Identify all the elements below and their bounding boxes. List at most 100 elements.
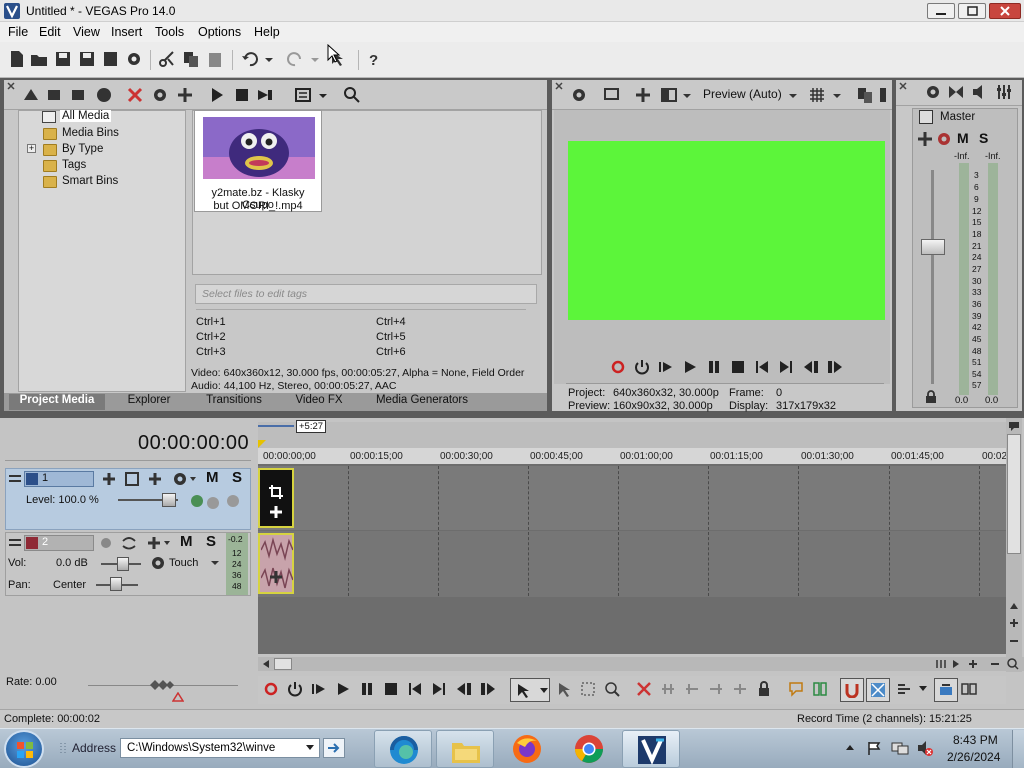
search-icon[interactable] [343,86,361,104]
play-icon[interactable] [682,359,698,375]
address-input[interactable]: C:\Windows\System32\winve [120,738,320,758]
go-button[interactable] [323,738,345,758]
close-panel-icon[interactable] [899,82,907,90]
tree-all-media[interactable]: All Media [60,110,112,122]
address-dropdown-icon[interactable] [305,744,315,752]
tab-explorer[interactable]: Explorer [106,394,192,410]
selection-tool-icon[interactable] [580,681,596,697]
event-fx-icon[interactable] [268,569,284,585]
stop-preview-icon[interactable] [233,86,251,104]
copy-icon[interactable] [182,50,200,68]
track-collapse-icon[interactable] [8,473,22,485]
track-mute-button[interactable]: M [206,469,219,486]
track-mute-button[interactable]: M [180,533,193,550]
close-panel-icon[interactable] [555,82,563,90]
tab-transitions[interactable]: Transitions [192,394,276,410]
tag-input[interactable]: Select files to edit tags [195,284,537,304]
region-marker-icon[interactable] [1007,420,1021,432]
track-motion-icon[interactable] [124,471,140,487]
pan-slider-thumb[interactable] [110,577,122,591]
expand-toggle[interactable]: + [27,144,36,153]
close-panel-icon[interactable] [7,82,15,90]
track-collapse-icon[interactable] [8,537,22,549]
taskbar-edge[interactable] [374,730,432,768]
horizontal-scroll-thumb[interactable] [274,658,292,670]
clock-date[interactable]: 2/26/2024 [947,750,1000,764]
video-track-lane[interactable] [258,466,1006,530]
record-icon[interactable] [263,681,279,697]
taskbar-firefox[interactable] [498,730,556,768]
insert-region-icon[interactable] [812,681,828,697]
save-snapshot-icon[interactable] [878,86,888,104]
record-icon[interactable] [610,359,626,375]
play-from-start-icon[interactable] [311,681,327,697]
taskbar-explorer[interactable] [436,730,494,768]
track-settings-gear-icon[interactable] [172,471,196,487]
zoom-out-vertical-icon[interactable] [1007,634,1021,648]
next-frame-icon[interactable] [479,681,497,697]
properties-gear-icon[interactable] [125,50,143,68]
speaker-icon[interactable] [971,83,989,101]
cut-scissors-icon[interactable] [158,50,176,68]
event-fx-icon[interactable] [268,504,284,520]
mixer-properties-gear-icon[interactable] [924,83,942,101]
mixer-faders-icon[interactable] [995,83,1013,101]
loop-playback-icon[interactable] [287,681,303,697]
paste-icon[interactable] [206,50,224,68]
zoom-tool-icon[interactable] [1006,658,1020,670]
web-media-icon[interactable] [95,86,113,104]
vertical-scroll-thumb[interactable] [1007,434,1021,554]
pause-icon[interactable] [706,359,722,375]
start-button[interactable] [4,730,44,768]
automation-dropdown-icon[interactable] [210,559,220,567]
edit-tool-dropdown-icon[interactable] [539,687,549,695]
master-solo-button[interactable]: S [979,130,988,146]
show-desktop-button[interactable] [1012,730,1024,768]
zoom-in-time-icon[interactable] [966,658,980,670]
menu-insert[interactable]: Insert [111,25,142,39]
save-icon[interactable] [54,50,72,68]
event-pan-crop-icon[interactable] [268,484,284,500]
automation-mode[interactable]: Touch [169,557,198,569]
stop-icon[interactable] [383,681,399,697]
go-to-start-icon[interactable] [754,359,770,375]
action-center-flag-icon[interactable] [866,740,882,756]
split-icon[interactable] [732,681,748,697]
delete-icon[interactable] [636,681,652,697]
audio-event-clip[interactable] [258,533,294,594]
arm-record-icon[interactable] [99,536,113,550]
trim-start-icon[interactable] [684,681,700,697]
render-icon[interactable] [102,50,120,68]
undo-icon[interactable] [241,50,259,68]
preview-quality-select[interactable]: Preview (Auto) [703,87,782,101]
next-frame-icon[interactable] [826,359,844,375]
undo-dropdown-icon[interactable] [264,50,274,68]
master-mute-button[interactable]: M [957,130,969,146]
audio-track-header[interactable]: 2 M S -0.2 12 24 36 48 Vol: 0.0 dB Touch… [5,532,251,596]
split-dropdown-icon[interactable] [682,86,692,104]
volume-slider-thumb[interactable] [117,557,129,571]
get-media-icon[interactable] [70,86,88,104]
tree-by-type[interactable]: By Type [62,143,103,159]
menu-edit[interactable]: Edit [39,25,61,39]
menu-file[interactable]: File [8,25,28,39]
track-color-swatch[interactable] [26,537,38,549]
zoom-out-time-icon[interactable] [988,658,1002,670]
go-to-end-icon[interactable] [431,681,447,697]
media-fx-icon[interactable] [176,86,194,104]
video-event-clip[interactable] [258,468,294,528]
rate-reset-marker-icon[interactable] [172,692,184,702]
capture-icon[interactable] [46,86,64,104]
auto-preview-icon[interactable] [256,86,274,104]
lock-icon[interactable] [756,681,772,697]
ripple-dropdown-icon[interactable] [918,685,928,693]
external-monitor-icon[interactable] [603,86,621,104]
overlays-dropdown-icon[interactable] [832,86,842,104]
scroll-up-icon[interactable] [1007,600,1021,612]
save-as-icon[interactable] [78,50,96,68]
track-fx-icon[interactable] [146,535,170,551]
rate-slider-thumb[interactable] [148,678,176,692]
go-to-start-icon[interactable] [407,681,423,697]
trim-end-icon[interactable] [708,681,724,697]
open-folder-icon[interactable] [30,50,48,68]
